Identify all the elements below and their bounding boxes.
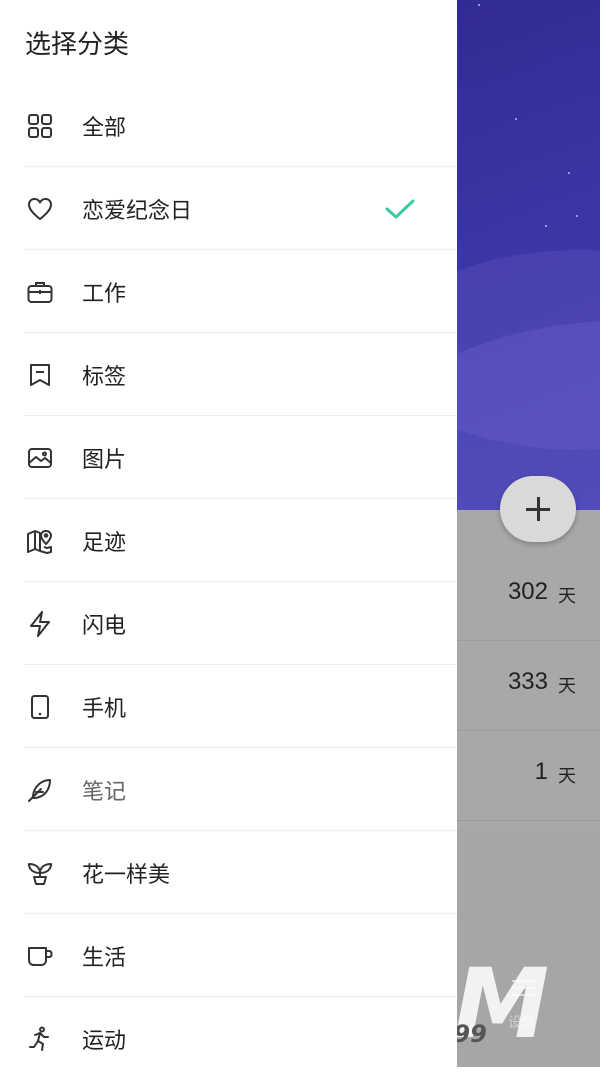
category-item-flower[interactable]: 花一样美 <box>24 831 457 914</box>
category-item-sports[interactable]: 运动 <box>24 997 457 1080</box>
cup-icon <box>28 947 53 966</box>
drawer-title: 选择分类 <box>25 30 130 60</box>
category-item-image[interactable]: 图片 <box>24 416 457 499</box>
category-label: 运动 <box>82 1029 127 1054</box>
lightning-icon <box>30 611 50 637</box>
map-pin-icon <box>27 530 52 554</box>
category-label: 手机 <box>82 697 127 722</box>
category-item-phone[interactable]: 手机 <box>24 665 457 748</box>
days-unit: 天 <box>558 676 576 697</box>
running-icon <box>29 1026 49 1051</box>
category-item-notes[interactable]: 笔记 <box>24 748 457 831</box>
category-label: 闪电 <box>82 614 127 639</box>
category-label: 标签 <box>82 365 127 390</box>
check-icon <box>385 199 415 219</box>
days-count: 302 <box>507 578 548 605</box>
category-label: 全部 <box>82 116 127 141</box>
category-drawer: 选择分类 全部 恋爱纪念日 工作 标签 图片 足迹 闪电 手机 笔记 花一样美 … <box>0 0 457 1067</box>
category-item-life[interactable]: 生活 <box>24 914 457 997</box>
add-button[interactable] <box>500 476 576 542</box>
image-icon <box>28 448 52 468</box>
phone-icon <box>31 695 49 719</box>
bookmark-icon <box>30 364 50 386</box>
category-label: 恋爱纪念日 <box>82 199 193 224</box>
category-item-tag[interactable]: 标签 <box>24 333 457 416</box>
category-item-all[interactable]: 全部 <box>24 84 457 167</box>
days-count: 1 <box>534 758 548 785</box>
category-item-footprint[interactable]: 足迹 <box>24 499 457 582</box>
feather-icon <box>28 779 51 802</box>
category-item-lightning[interactable]: 闪电 <box>24 582 457 665</box>
category-label: 图片 <box>82 448 127 473</box>
briefcase-icon <box>27 282 53 303</box>
category-label: 足迹 <box>82 531 127 556</box>
days-unit: 天 <box>558 586 576 607</box>
days-count: 333 <box>507 668 548 695</box>
heart-icon <box>28 198 52 220</box>
category-item-work[interactable]: 工作 <box>24 250 457 333</box>
sprout-icon <box>28 863 52 885</box>
category-label: 花一样美 <box>82 863 171 888</box>
category-label: 笔记 <box>82 780 127 805</box>
category-label: 工作 <box>82 282 127 307</box>
category-item-love-anniversary[interactable]: 恋爱纪念日 <box>24 167 457 250</box>
days-unit: 天 <box>558 766 576 787</box>
grid-icon <box>28 114 52 138</box>
category-label: 生活 <box>82 946 127 971</box>
